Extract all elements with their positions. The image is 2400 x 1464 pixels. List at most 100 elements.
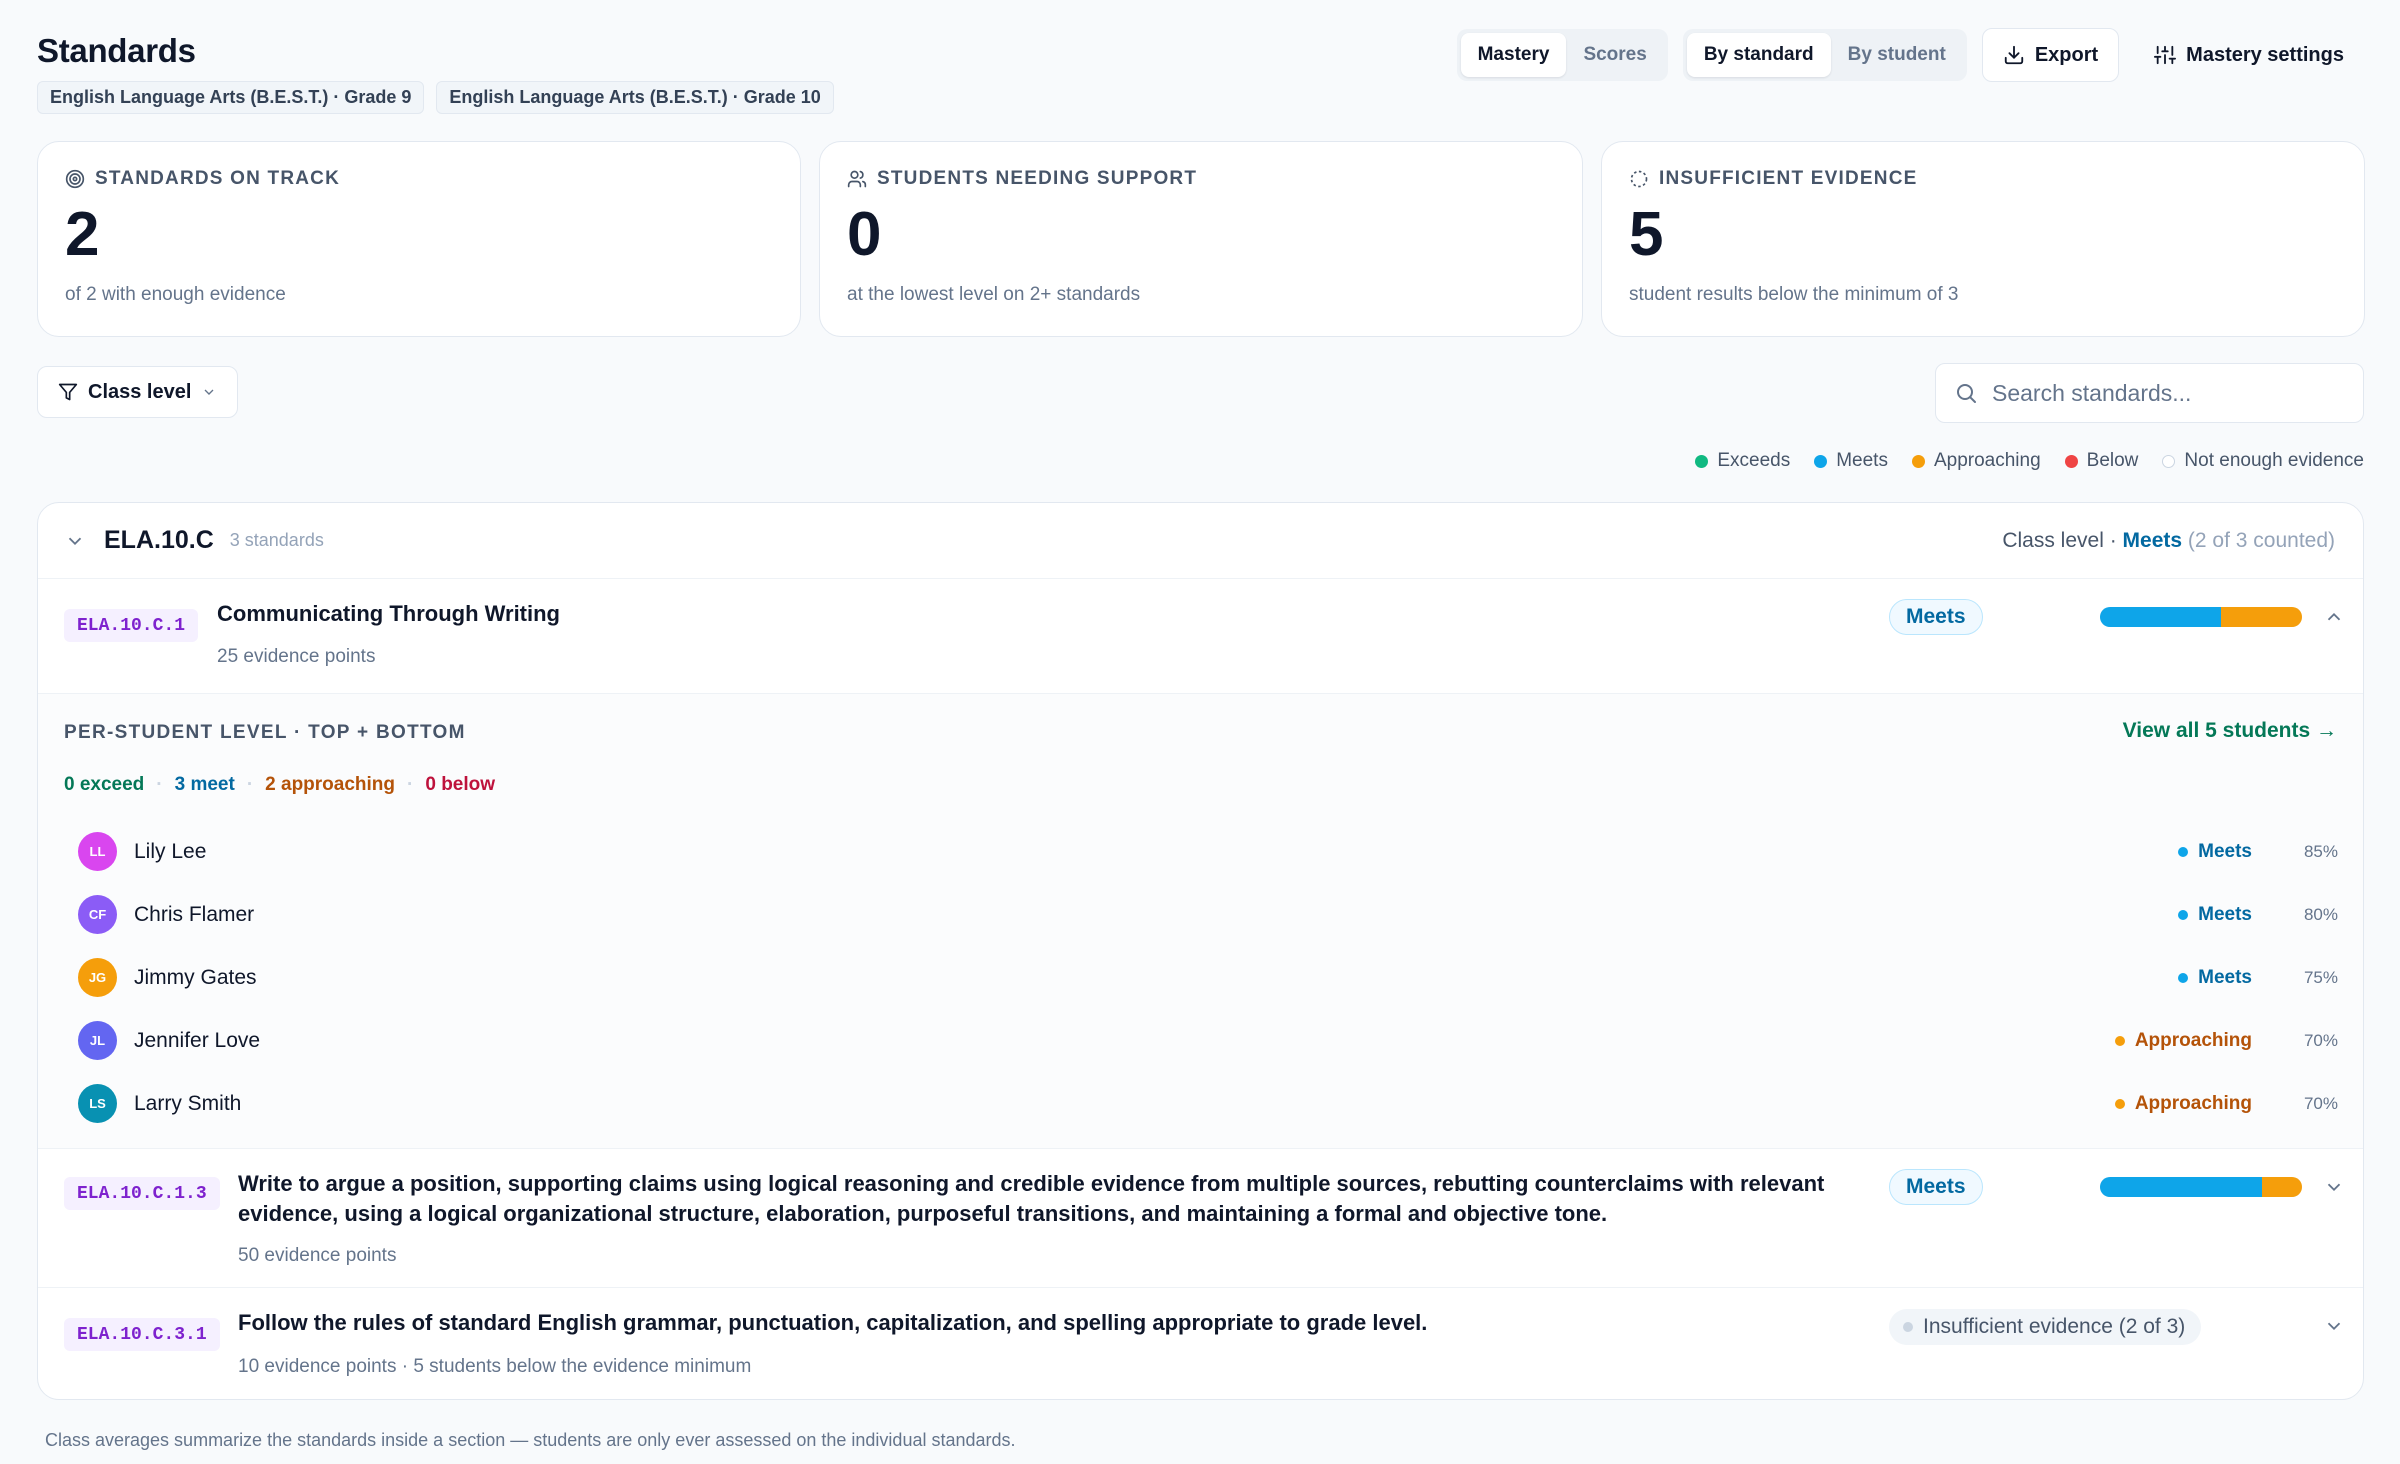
standards-page: Standards English Language Arts (B.E.S.T… — [37, 0, 2365, 1450]
legend-dot — [1814, 454, 1828, 468]
search-box — [1935, 363, 2364, 423]
standard-code-badge: ELA.10.C.1 — [64, 609, 199, 642]
student-name: Lily Lee — [134, 839, 207, 863]
standard-title: Write to argue a position, supporting cl… — [238, 1171, 1825, 1226]
standard-title: Follow the rules of standard English gra… — [238, 1310, 1428, 1335]
stat-value: 5 — [1629, 200, 1664, 269]
mastery-legend: Exceeds Meets Approaching Below Not enou… — [1695, 450, 2364, 472]
student-percent: 70% — [2303, 1093, 2338, 1113]
student-level: Approaching — [2114, 1093, 2252, 1115]
level-pill: Meets — [1889, 599, 1983, 635]
filter-icon — [58, 383, 78, 401]
student-name: Jimmy Gates — [134, 965, 257, 989]
chevron-up-icon[interactable] — [2323, 606, 2345, 628]
status-dot — [1903, 1322, 1913, 1332]
standard-code-badge: ELA.10.C.1.3 — [64, 1177, 220, 1210]
course-chip-grade-9[interactable]: English Language Arts (B.E.S.T.) · Grade… — [37, 81, 425, 114]
bar-segment-meets — [2100, 607, 2222, 627]
chevron-down-icon[interactable] — [2323, 1176, 2345, 1198]
legend-label: Meets — [1836, 450, 1888, 471]
legend-item-approaching: Approaching — [1911, 450, 2041, 472]
mastery-settings-label: Mastery settings — [2186, 43, 2344, 66]
legend-dot — [2162, 454, 2176, 468]
student-row[interactable]: LL Lily Lee Meets 85% — [78, 820, 2338, 883]
separator: · — [407, 774, 414, 795]
stat-subtext: at the lowest level on 2+ standards — [847, 284, 1141, 305]
page-header: Standards English Language Arts (B.E.S.T… — [37, 0, 2364, 130]
mastery-toggle-button[interactable]: Mastery — [1460, 33, 1567, 77]
count-approaching: 2 approaching — [265, 774, 396, 795]
view-all-students-link[interactable]: View all 5 students → — [2123, 719, 2337, 743]
stat-subtext: student results below the minimum of 3 — [1629, 284, 1959, 305]
student-percent: 85% — [2303, 841, 2338, 861]
avatar: JG — [78, 958, 117, 997]
by-student-toggle-button[interactable]: By student — [1831, 33, 1963, 77]
search-input[interactable] — [1992, 379, 2332, 407]
legend-label: Below — [2086, 450, 2139, 471]
footnote: Class averages summarize the standards i… — [45, 1430, 1016, 1450]
standards-section: ELA.10.C 3 standards Class level · Meets… — [37, 502, 2364, 1400]
mastery-settings-button[interactable]: Mastery settings — [2134, 28, 2364, 82]
view-toggle: Mastery Scores — [1456, 29, 1668, 81]
export-button[interactable]: Export — [1981, 28, 2120, 82]
stat-card-insufficient-evidence: INSUFFICIENT EVIDENCE 5 student results … — [1601, 141, 2365, 337]
count-below: 0 below — [425, 774, 496, 795]
section-code: ELA.10.C — [104, 526, 214, 554]
avatar: JL — [78, 1021, 117, 1060]
class-level-prefix: Class level · — [2002, 528, 2123, 552]
standard-title: Communicating Through Writing — [217, 601, 560, 626]
legend-dot — [1911, 454, 1925, 468]
filter-label: Class level — [88, 380, 192, 403]
standard-row-ela-10-c-3-1[interactable]: ELA.10.C.3.1 Follow the rules of standar… — [38, 1288, 2363, 1399]
legend-dot — [1695, 454, 1709, 468]
count-meet: 3 meet — [174, 774, 235, 795]
filter-row: Class level — [37, 363, 2364, 423]
student-row[interactable]: LS Larry Smith Approaching 70% — [78, 1072, 2338, 1135]
stat-label: STUDENTS NEEDING SUPPORT — [877, 168, 1198, 189]
student-row[interactable]: JL Jennifer Love Approaching 70% — [78, 1009, 2338, 1072]
stat-label: INSUFFICIENT EVIDENCE — [1659, 168, 1918, 189]
legend-dot — [2064, 454, 2078, 468]
distribution-bar — [2100, 607, 2302, 627]
chevron-down-icon — [204, 389, 214, 395]
users-icon — [847, 170, 867, 188]
course-chip-grade-10[interactable]: English Language Arts (B.E.S.T.) · Grade… — [436, 81, 834, 114]
student-name: Jennifer Love — [134, 1028, 261, 1052]
chevron-down-icon[interactable] — [2323, 1315, 2345, 1337]
avatar: LL — [78, 832, 117, 871]
scores-toggle-button[interactable]: Scores — [1566, 33, 1663, 77]
standard-evidence-count: 10 evidence points · 5 students below th… — [238, 1356, 752, 1377]
class-level-filter-button[interactable]: Class level — [37, 366, 239, 418]
standard-row-ela-10-c-1[interactable]: ELA.10.C.1 Communicating Through Writing… — [38, 579, 2363, 694]
search-icon — [1957, 384, 1976, 403]
standard-row-ela-10-c-1-3[interactable]: ELA.10.C.1.3 Write to argue a position, … — [38, 1149, 2363, 1288]
legend-item-exceeds: Exceeds — [1695, 450, 1790, 472]
level-pill-insufficient: Insufficient evidence (2 of 3) — [1889, 1309, 2202, 1345]
student-name: Larry Smith — [134, 1091, 242, 1115]
legend-item-meets: Meets — [1814, 450, 1888, 472]
per-student-panel: PER-STUDENT LEVEL · TOP + BOTTOM View al… — [38, 694, 2363, 1149]
section-header[interactable]: ELA.10.C 3 standards Class level · Meets… — [38, 503, 2363, 579]
standard-code-badge: ELA.10.C.3.1 — [64, 1318, 220, 1351]
legend-label: Not enough evidence — [2184, 450, 2364, 471]
level-counts: 0 exceed · 3 meet · 2 approaching · 0 be… — [64, 774, 495, 796]
legend-item-not-enough-evidence: Not enough evidence — [2162, 450, 2364, 472]
stat-cards: STANDARDS ON TRACK 2 of 2 with enough ev… — [37, 141, 2365, 337]
student-percent: 75% — [2303, 967, 2338, 987]
chevron-down-icon[interactable] — [64, 530, 86, 552]
level-pill: Meets — [1889, 1169, 1983, 1205]
distribution-bar — [2100, 1177, 2302, 1197]
student-row[interactable]: CF Chris Flamer Meets 80% — [78, 883, 2338, 946]
standard-evidence-count: 50 evidence points — [238, 1245, 397, 1266]
standard-evidence-count: 25 evidence points — [217, 646, 376, 667]
bar-segment-approaching — [2221, 607, 2302, 627]
dashed-circle-icon — [1630, 170, 1648, 188]
count-exceed: 0 exceed — [64, 774, 145, 795]
by-standard-toggle-button[interactable]: By standard — [1686, 33, 1831, 77]
section-class-level: Class level · Meets (2 of 3 counted) — [2002, 529, 2335, 553]
bar-segment-meets — [2100, 1177, 2262, 1197]
stat-value: 2 — [65, 200, 100, 269]
student-percent: 80% — [2303, 904, 2338, 924]
stat-value: 0 — [847, 200, 882, 269]
student-row[interactable]: JG Jimmy Gates Meets 75% — [78, 946, 2338, 1009]
